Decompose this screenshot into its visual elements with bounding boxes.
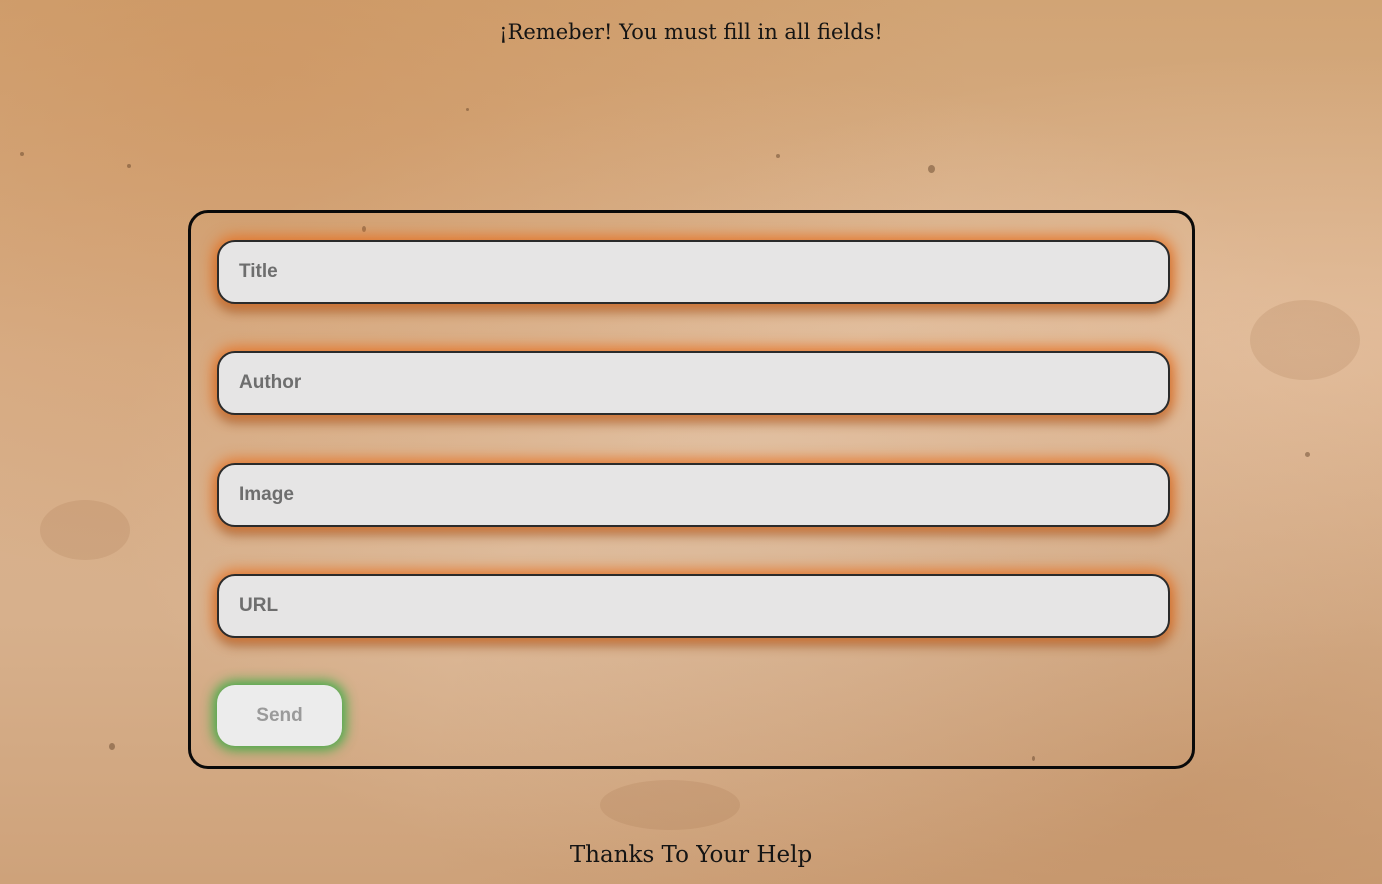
background-stain — [40, 500, 130, 560]
background-speck — [127, 164, 131, 168]
background-speck — [20, 152, 24, 156]
background-speck — [928, 165, 935, 173]
thanks-footer-text: Thanks To Your Help — [569, 842, 813, 868]
background-speck — [1305, 452, 1310, 457]
background-speck — [466, 108, 469, 111]
author-input[interactable] — [217, 351, 1170, 415]
background-stain — [1250, 300, 1360, 380]
url-input[interactable] — [217, 574, 1170, 638]
title-input[interactable] — [217, 240, 1170, 304]
background-speck — [109, 743, 115, 750]
background-speck — [776, 154, 780, 158]
reminder-text: ¡Remeber! You must fill in all fields! — [499, 20, 883, 44]
background-stain — [600, 780, 740, 830]
send-button[interactable]: Send — [217, 685, 342, 746]
image-input[interactable] — [217, 463, 1170, 527]
